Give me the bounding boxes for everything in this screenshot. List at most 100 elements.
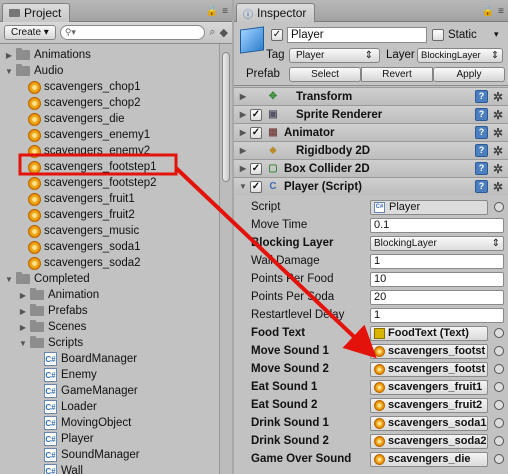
component-header[interactable]: ▶ ✥ Transform? ✲ xyxy=(234,87,508,105)
property-input[interactable]: 10 xyxy=(370,271,504,287)
help-icon[interactable]: ? xyxy=(475,162,488,175)
script-item[interactable]: C# SoundManager xyxy=(44,447,140,463)
expand-down-icon[interactable]: ▼ xyxy=(18,339,28,348)
audio-clip-item[interactable]: scavengers_enemy2 xyxy=(28,143,150,159)
object-field[interactable]: scavengers_footst xyxy=(370,343,488,359)
object-picker-icon[interactable] xyxy=(494,436,504,446)
folder-item[interactable]: ▼ Scripts xyxy=(18,335,83,351)
script-item[interactable]: C# MovingObject xyxy=(44,415,131,431)
script-item[interactable]: C# Enemy xyxy=(44,367,97,383)
audio-clip-item[interactable]: scavengers_enemy1 xyxy=(28,127,150,143)
gear-icon[interactable]: ✲ xyxy=(493,126,503,140)
script-item[interactable]: C# GameManager xyxy=(44,383,138,399)
component-header[interactable]: ▶ ✓ ▣ Sprite Renderer? ✲ xyxy=(234,105,508,123)
property-input[interactable]: 1 xyxy=(370,307,504,323)
expand-down-icon[interactable]: ▼ xyxy=(4,67,14,76)
menu-icon[interactable]: ≡ xyxy=(498,6,504,17)
gear-icon[interactable]: ✲ xyxy=(493,108,503,122)
object-picker-icon[interactable] xyxy=(494,418,504,428)
create-button[interactable]: Create ▾ xyxy=(4,25,56,40)
help-icon[interactable]: ? xyxy=(475,126,488,139)
expand-right-icon[interactable]: ▶ xyxy=(18,291,28,300)
component-header[interactable]: ▼ ✓ C Player (Script)? ✲ xyxy=(234,177,508,195)
script-item[interactable]: C# Loader xyxy=(44,399,97,415)
search-field[interactable]: ⚲▾ xyxy=(59,25,206,40)
object-field[interactable]: scavengers_soda1 xyxy=(370,415,488,431)
static-dropdown-icon[interactable]: ▾ xyxy=(494,29,499,40)
scroll-thumb[interactable] xyxy=(222,52,230,182)
expand-right-icon[interactable]: ▶ xyxy=(238,128,248,137)
lock-icon[interactable]: 🔒 xyxy=(206,6,218,17)
object-picker-icon[interactable] xyxy=(494,400,504,410)
help-icon[interactable]: ? xyxy=(475,144,488,157)
folder-item[interactable]: ▶ Scenes xyxy=(18,319,86,335)
audio-clip-item[interactable]: scavengers_footstep1 xyxy=(28,159,157,175)
object-field[interactable]: scavengers_fruit1 xyxy=(370,379,488,395)
object-field[interactable]: scavengers_die xyxy=(370,451,488,467)
component-enabled-checkbox[interactable]: ✓ xyxy=(250,126,262,139)
layer-dropdown[interactable]: BlockingLayer ⇕ xyxy=(417,48,503,63)
active-checkbox[interactable]: ✓ xyxy=(271,29,283,41)
folder-item[interactable]: ▶ Animation xyxy=(18,287,99,303)
folder-item[interactable]: ▶ Prefabs xyxy=(18,303,88,319)
folder-item[interactable]: ▶ Animations xyxy=(4,47,91,63)
script-item[interactable]: C# BoardManager xyxy=(44,351,137,367)
layer-mask-dropdown[interactable]: BlockingLayer ⇕ xyxy=(370,235,504,251)
expand-right-icon[interactable]: ▶ xyxy=(18,323,28,332)
script-field[interactable]: C# Player xyxy=(370,199,488,215)
object-picker-icon[interactable] xyxy=(494,364,504,374)
static-checkbox[interactable] xyxy=(432,29,444,41)
menu-icon[interactable]: ≡ xyxy=(222,6,228,17)
prefab-revert-button[interactable]: Revert xyxy=(361,67,433,82)
gear-icon[interactable]: ✲ xyxy=(493,180,503,194)
property-input[interactable]: 1 xyxy=(370,253,504,269)
audio-clip-item[interactable]: scavengers_chop1 xyxy=(28,79,141,95)
object-name-field[interactable]: Player xyxy=(287,27,427,43)
audio-clip-item[interactable]: scavengers_soda1 xyxy=(28,239,141,255)
audio-clip-item[interactable]: scavengers_fruit2 xyxy=(28,207,135,223)
component-header[interactable]: ▶ ✓ ▦ Animator? ✲ xyxy=(234,123,508,141)
component-enabled-checkbox[interactable]: ✓ xyxy=(250,180,262,193)
folder-item[interactable]: ▼ Audio xyxy=(4,63,63,79)
audio-clip-item[interactable]: scavengers_footstep2 xyxy=(28,175,157,191)
object-picker-icon[interactable] xyxy=(494,454,504,464)
audio-clip-item[interactable]: scavengers_die xyxy=(28,111,125,127)
audio-clip-item[interactable]: scavengers_music xyxy=(28,223,139,239)
gear-icon[interactable]: ✲ xyxy=(493,90,503,104)
object-field[interactable]: scavengers_soda2 xyxy=(370,433,488,449)
audio-clip-item[interactable]: scavengers_chop2 xyxy=(28,95,141,111)
expand-right-icon[interactable]: ▶ xyxy=(238,146,248,155)
expand-right-icon[interactable]: ▶ xyxy=(238,164,248,173)
audio-clip-item[interactable]: scavengers_soda2 xyxy=(28,255,141,271)
property-input[interactable]: 0.1 xyxy=(370,217,504,233)
audio-clip-item[interactable]: scavengers_fruit1 xyxy=(28,191,135,207)
gear-icon[interactable]: ✲ xyxy=(493,144,503,158)
expand-right-icon[interactable]: ▶ xyxy=(238,92,248,101)
filter-icon[interactable]: ⌕ xyxy=(209,26,215,39)
property-input[interactable]: 20 xyxy=(370,289,504,305)
tag-icon[interactable]: ◆ xyxy=(220,26,228,39)
object-picker-icon[interactable] xyxy=(494,346,504,356)
inspector-tab[interactable]: ⓘ Inspector xyxy=(236,3,316,22)
component-header[interactable]: ▶ ⬥ Rigidbody 2D? ✲ xyxy=(234,141,508,159)
expand-right-icon[interactable]: ▶ xyxy=(4,51,14,60)
folder-item[interactable]: ▼ Completed xyxy=(4,271,90,287)
tag-dropdown[interactable]: Player ⇕ xyxy=(289,48,380,63)
component-enabled-checkbox[interactable]: ✓ xyxy=(250,162,262,175)
help-icon[interactable]: ? xyxy=(475,90,488,103)
script-item[interactable]: C# Player xyxy=(44,431,94,447)
expand-right-icon[interactable]: ▶ xyxy=(238,110,248,119)
gear-icon[interactable]: ✲ xyxy=(493,162,503,176)
project-tab[interactable]: Project xyxy=(2,3,71,22)
object-field[interactable]: scavengers_footst xyxy=(370,361,488,377)
component-header[interactable]: ▶ ✓ ▢ Box Collider 2D? ✲ xyxy=(234,159,508,177)
help-icon[interactable]: ? xyxy=(475,180,488,193)
script-item[interactable]: C# Wall xyxy=(44,463,83,474)
expand-down-icon[interactable]: ▼ xyxy=(238,182,248,191)
object-picker-icon[interactable] xyxy=(494,382,504,392)
component-enabled-checkbox[interactable]: ✓ xyxy=(250,108,262,121)
object-field[interactable]: scavengers_fruit2 xyxy=(370,397,488,413)
expand-down-icon[interactable]: ▼ xyxy=(4,275,14,284)
lock-icon[interactable]: 🔒 xyxy=(482,6,494,17)
prefab-select-button[interactable]: Select xyxy=(289,67,361,82)
